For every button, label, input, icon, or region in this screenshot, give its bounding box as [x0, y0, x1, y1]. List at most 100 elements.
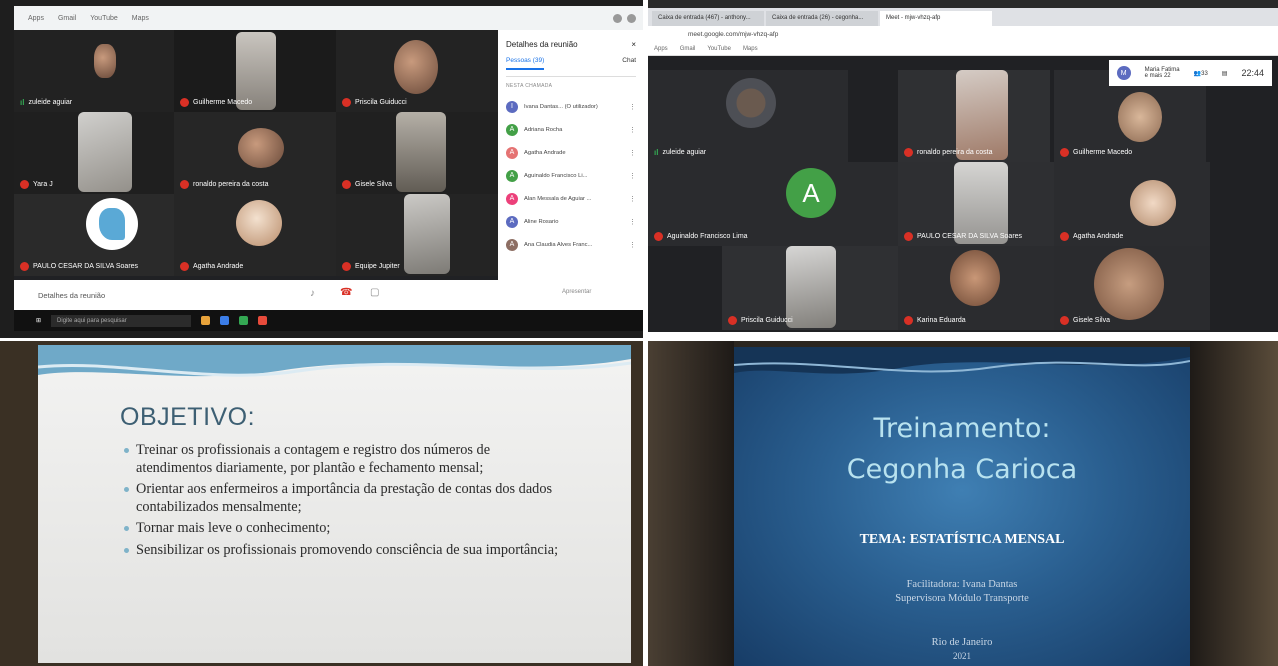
participant-tile[interactable]: ıl zuleide aguiar	[14, 30, 174, 112]
list-item: Sensibilizar os profissionais promovendo…	[124, 542, 566, 560]
list-item[interactable]: A Aline Rosario ⋮	[506, 210, 636, 233]
supervisor: Supervisora Módulo Transporte	[895, 593, 1029, 604]
participant-tile[interactable]: Agatha Andrade	[1054, 162, 1210, 246]
list-item[interactable]: A Alan Messala de Aguiar ... ⋮	[506, 187, 636, 210]
speaking-icon: ıl	[20, 98, 25, 107]
list-item[interactable]: A Adriana Rocha ⋮	[506, 118, 636, 141]
extension-icon[interactable]	[613, 13, 622, 23]
more-icon[interactable]: ⋮	[629, 218, 636, 226]
browser-tabs: Caixa de entrada (467) - anthony... Caix…	[648, 8, 1278, 26]
hangup-icon[interactable]: ☎	[340, 287, 352, 298]
present-button[interactable]: Apresentar	[562, 289, 591, 295]
bookmark-maps[interactable]: Maps	[132, 15, 149, 22]
bullet-list: Treinar os profissionais a contagem e re…	[124, 442, 566, 564]
chat-icon[interactable]: ▤	[1222, 70, 1228, 77]
avatar: A	[506, 238, 518, 251]
tab-gmail-2[interactable]: Caixa de entrada (26) - cegonha...	[766, 11, 878, 26]
participant-name: Gisele Silva	[355, 181, 392, 188]
person-name: Aguinaldo Francisco Li...	[524, 172, 588, 179]
more-icon[interactable]: ⋮	[629, 126, 636, 134]
participant-tile[interactable]: Gisele Silva	[1054, 246, 1210, 330]
avatar: A	[506, 215, 518, 228]
participant-tile[interactable]: Agatha Andrade	[174, 194, 336, 276]
mail-icon[interactable]	[220, 316, 230, 325]
tab-meet[interactable]: Meet - mjw-vhzq-afp	[880, 11, 992, 26]
participant-tile[interactable]: PAULO CESAR DA SILVA Soares	[898, 162, 1054, 246]
taskbar-search[interactable]: Digite aqui para pesquisar	[51, 314, 192, 327]
person-name: Adriana Rocha	[524, 126, 563, 133]
close-icon[interactable]: ×	[631, 40, 636, 49]
profile-icon[interactable]	[627, 13, 636, 23]
tab-people[interactable]: Pessoas (39)	[506, 57, 545, 70]
muted-mic-icon	[654, 232, 663, 241]
list-item[interactable]: I Ivana Dantas... (O utilizador) ⋮	[506, 95, 636, 118]
more-icon[interactable]: ⋮	[629, 172, 636, 180]
participant-tile[interactable]: Karina Eduarda	[898, 246, 1054, 330]
meet-bottom-bar: Detalhes da reunião ♪ ☎ ▢ Apresentar	[14, 280, 643, 310]
more-icon[interactable]: ⋮	[629, 241, 636, 249]
participant-name: Agatha Andrade	[193, 263, 244, 270]
bookmark-gmail[interactable]: Gmail	[58, 15, 76, 22]
participant-tile[interactable]: ronaldo pereira da costa	[174, 112, 336, 194]
meeting-top-info: M Maria Fatima e mais 22 👥33 ▤ 22:44	[1108, 60, 1272, 86]
mic-icon[interactable]: ♪	[310, 288, 315, 299]
folder-icon[interactable]	[201, 316, 211, 325]
muted-mic-icon	[342, 98, 351, 107]
address-bar[interactable]: meet.google.com/mjw-vhzq-afp	[648, 26, 1278, 42]
app-icon[interactable]	[258, 316, 268, 325]
meeting-details-button[interactable]: Detalhes da reunião	[38, 291, 105, 300]
tab-gmail-1[interactable]: Caixa de entrada (467) - anthony...	[652, 11, 764, 26]
bookmarks-bar: Apps Gmail YouTube Maps	[648, 42, 1278, 56]
bookmark-youtube[interactable]: YouTube	[90, 15, 118, 22]
bookmark-apps[interactable]: Apps	[28, 15, 44, 22]
bookmark-gmail[interactable]: Gmail	[680, 46, 696, 52]
tab-chat[interactable]: Chat	[622, 57, 636, 70]
list-item[interactable]: A Ana Claudia Alves Franc... ⋮	[506, 233, 636, 256]
muted-mic-icon	[1060, 316, 1069, 325]
participant-tile[interactable]: PAULO CESAR DA SILVA Soares	[14, 194, 174, 276]
windows-taskbar: ⊞ Digite aqui para pesquisar	[14, 310, 643, 331]
participant-tile[interactable]: Priscila Guiducci	[336, 30, 498, 112]
avatar: A	[506, 123, 518, 136]
participant-tile[interactable]: ıl zuleide aguiar	[648, 70, 848, 162]
title-line-2: Cegonha Carioca	[846, 454, 1078, 485]
wave-decoration	[38, 345, 631, 377]
person-name: Alan Messala de Aguiar ...	[524, 195, 592, 202]
camera-icon[interactable]: ▢	[370, 287, 379, 298]
list-item[interactable]: A Aguinaldo Francisco Li... ⋮	[506, 164, 636, 187]
participant-tile[interactable]: Guilherme Macedo	[174, 30, 336, 112]
participant-name: ronaldo pereira da costa	[917, 149, 993, 156]
participant-tile[interactable]: ronaldo pereira da costa	[898, 70, 1050, 162]
bookmark-apps[interactable]: Apps	[654, 46, 668, 52]
avatar: I	[506, 100, 518, 113]
people-count[interactable]: 👥33	[1194, 70, 1208, 77]
participant-name: Guilherme Macedo	[1073, 149, 1133, 156]
participant-name: Yara J	[33, 181, 53, 188]
list-item: Orientar aos enfermeiros a importância d…	[124, 481, 566, 516]
more-icon[interactable]: ⋮	[629, 195, 636, 203]
bookmark-youtube[interactable]: YouTube	[707, 46, 731, 52]
more-icon[interactable]: ⋮	[629, 149, 636, 157]
participant-name: PAULO CESAR DA SILVA Soares	[33, 263, 139, 270]
participant-tile[interactable]: Yara J	[14, 112, 174, 194]
muted-mic-icon	[342, 180, 351, 189]
participant-name: Priscila Guiducci	[355, 99, 407, 106]
avatar: A	[506, 146, 518, 159]
avatar: A	[786, 168, 836, 218]
slide-title: OBJETIVO:	[120, 403, 256, 431]
list-item[interactable]: A Agatha Andrade ⋮	[506, 141, 636, 164]
muted-mic-icon	[20, 262, 29, 271]
participant-tile[interactable]: A Aguinaldo Francisco Lima	[648, 162, 898, 246]
chrome-icon[interactable]	[239, 316, 249, 325]
muted-mic-icon	[904, 232, 913, 241]
muted-mic-icon	[180, 98, 189, 107]
more-icon[interactable]: ⋮	[629, 103, 636, 111]
participant-tile[interactable]: Gisele Silva	[336, 112, 498, 194]
muted-mic-icon	[1060, 232, 1069, 241]
start-icon[interactable]: ⊞	[36, 317, 41, 324]
panel-title: Detalhes da reunião	[506, 40, 578, 49]
theme-label: TEMA: ESTATÍSTICA MENSAL	[859, 532, 1065, 547]
participant-tile[interactable]: Priscila Guiducci	[722, 246, 898, 330]
participant-tile[interactable]: Equipe Jupiter	[336, 194, 498, 276]
bookmark-maps[interactable]: Maps	[743, 46, 758, 52]
